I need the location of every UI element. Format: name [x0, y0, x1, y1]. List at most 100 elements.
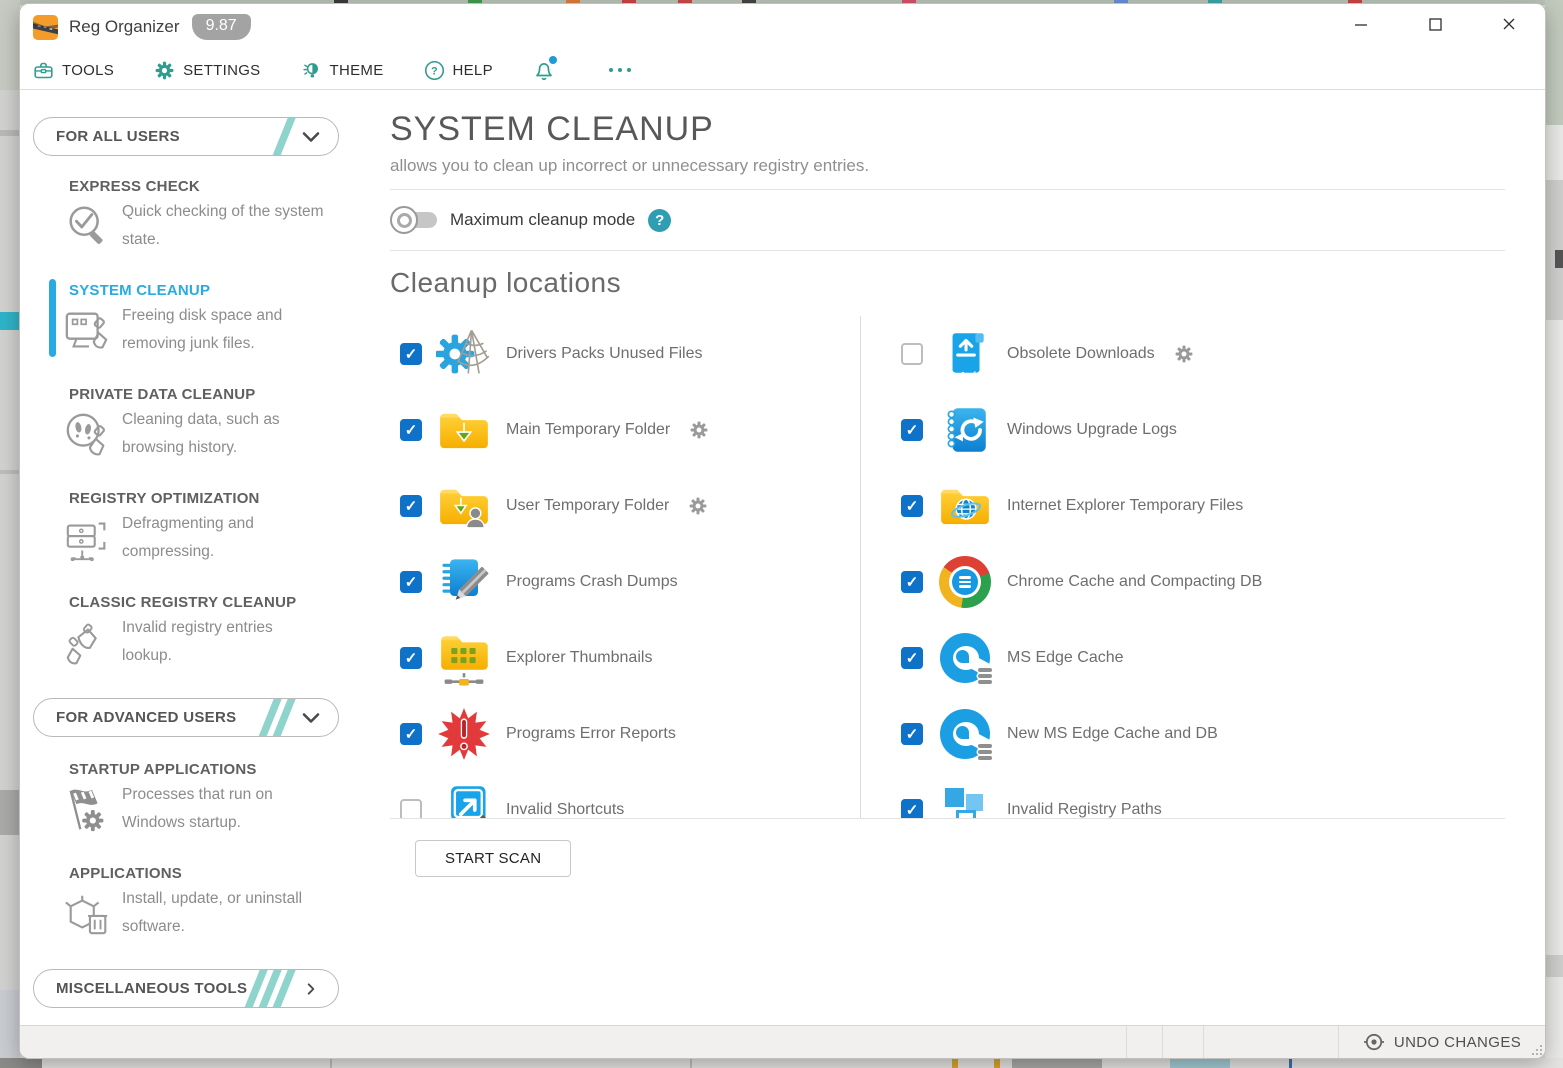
sidebar-item-desc: Quick checking of the system state.	[122, 198, 324, 256]
sidebar-item-title: EXPRESS CHECK	[69, 178, 382, 195]
magnifier-check-icon	[62, 198, 114, 256]
background-window-right	[1545, 0, 1563, 1068]
checkbox[interactable]	[400, 495, 422, 517]
checkbox[interactable]	[400, 343, 422, 365]
window-controls	[1353, 16, 1517, 32]
error-star-icon	[435, 705, 493, 763]
tools-menu[interactable]: TOOLS	[33, 60, 114, 81]
sidebar-item-express-check[interactable]: EXPRESS CHECK Quick checking of the syst…	[56, 178, 382, 256]
notifications-button[interactable]	[533, 59, 555, 81]
cleanup-label: Explorer Thumbnails	[506, 649, 652, 667]
sidebar-item-desc: Freeing disk space and removing junk fil…	[122, 302, 324, 360]
restore-point-icon	[1363, 1031, 1385, 1053]
settings-menu[interactable]: SETTINGS	[154, 60, 260, 81]
undo-changes-label: UNDO CHANGES	[1394, 1034, 1521, 1051]
group-label: FOR ALL USERS	[56, 128, 280, 145]
app-title: Reg Organizer	[69, 17, 180, 37]
sidebar-item-title: CLASSIC REGISTRY CLEANUP	[69, 594, 382, 611]
sidebar-item-startup-applications[interactable]: STARTUP APPLICATIONS Processes that run …	[56, 761, 382, 839]
flag-gear-icon	[62, 781, 114, 839]
chevron-down-icon	[302, 712, 320, 724]
sidebar-item-classic-registry-cleanup[interactable]: CLASSIC REGISTRY CLEANUP Invalid registr…	[56, 594, 382, 672]
cleanup-label: Invalid Shortcuts	[506, 801, 624, 819]
cleanup-row-main-temp-folder: Main Temporary Folder	[390, 392, 860, 468]
close-button[interactable]	[1501, 16, 1517, 32]
undo-changes-button[interactable]: UNDO CHANGES	[1338, 1026, 1545, 1058]
page-subtitle: allows you to clean up incorrect or unne…	[390, 156, 1505, 176]
lightbulb-icon	[301, 60, 322, 81]
checkbox[interactable]	[400, 799, 422, 819]
cleanup-label: Windows Upgrade Logs	[1007, 421, 1177, 439]
cleanup-row-invalid-registry-paths: Invalid Registry Paths	[891, 772, 1505, 819]
sidebar-item-desc: Processes that run on Windows startup.	[122, 781, 324, 839]
chevron-down-icon	[302, 131, 320, 143]
minimize-button[interactable]	[1353, 16, 1369, 32]
background-window-bottom	[0, 1058, 1563, 1068]
checkbox[interactable]	[901, 419, 923, 441]
settings-gear-icon[interactable]	[689, 420, 709, 440]
maximize-icon	[1429, 18, 1442, 31]
question-icon: ?	[424, 60, 445, 81]
cleanup-row-explorer-thumbnails: Explorer Thumbnails	[390, 620, 860, 696]
folder-user-icon	[435, 477, 493, 535]
checkbox[interactable]	[901, 799, 923, 819]
sidebar-item-registry-optimization[interactable]: REGISTRY OPTIMIZATION Defragmenting and …	[56, 490, 382, 568]
main-content: SYSTEM CLEANUP allows you to clean up in…	[390, 90, 1505, 1026]
more-menu[interactable]	[595, 68, 631, 72]
checkbox[interactable]	[400, 571, 422, 593]
checkbox[interactable]	[400, 723, 422, 745]
checkbox[interactable]	[901, 723, 923, 745]
group-miscellaneous-tools[interactable]: MISCELLANEOUS TOOLS	[33, 969, 339, 1008]
cleanup-label: MS Edge Cache	[1007, 649, 1124, 667]
checkbox[interactable]	[400, 647, 422, 669]
group-for-all-users[interactable]: FOR ALL USERS	[33, 117, 339, 156]
start-scan-button[interactable]: START SCAN	[415, 840, 571, 877]
reg-organizer-window: Reg Organizer 9.87	[20, 4, 1545, 1058]
cleanup-locations-title: Cleanup locations	[390, 267, 1505, 299]
sidebar-item-desc: Cleaning data, such as browsing history.	[122, 406, 324, 464]
cleanup-row-drivers-packs: Drivers Packs Unused Files	[390, 316, 860, 392]
theme-menu[interactable]: THEME	[301, 60, 384, 81]
settings-gear-icon[interactable]	[688, 496, 708, 516]
cleanup-label: User Temporary Folder	[506, 497, 669, 515]
checkbox[interactable]	[901, 495, 923, 517]
stripe-decor	[280, 117, 288, 156]
app-logo-icon	[32, 14, 59, 41]
settings-gear-icon[interactable]	[1174, 344, 1194, 364]
checkbox[interactable]	[901, 571, 923, 593]
cleanup-row-ms-edge-cache: MS Edge Cache	[891, 620, 1505, 696]
cleanup-row-invalid-shortcuts: Invalid Shortcuts	[390, 772, 860, 819]
monitor-broom-icon	[62, 302, 114, 360]
checkbox[interactable]	[400, 419, 422, 441]
statusbar-cell	[1162, 1026, 1203, 1058]
sidebar-item-private-data-cleanup[interactable]: PRIVATE DATA CLEANUP Cleaning data, such…	[56, 386, 382, 464]
folder-globe-icon	[936, 477, 994, 535]
maximum-cleanup-row: Maximum cleanup mode ?	[390, 190, 1505, 250]
resize-grip[interactable]	[1532, 1045, 1542, 1055]
background-window-left	[0, 0, 20, 1068]
group-for-advanced-users[interactable]: FOR ADVANCED USERS	[33, 698, 339, 737]
cleanup-row-user-temp-folder: User Temporary Folder	[390, 468, 860, 544]
folder-thumbnails-icon	[435, 629, 493, 687]
page-title: SYSTEM CLEANUP	[390, 110, 1505, 149]
notebook-sync-icon	[936, 401, 994, 459]
sidebar-item-title: SYSTEM CLEANUP	[69, 282, 382, 299]
help-menu[interactable]: ? HELP	[424, 60, 493, 81]
maximum-cleanup-toggle[interactable]	[390, 209, 437, 231]
theme-label: THEME	[330, 62, 384, 79]
sidebar-item-applications[interactable]: APPLICATIONS Install, update, or uninsta…	[56, 865, 382, 943]
help-badge-icon[interactable]: ?	[648, 209, 671, 232]
maximize-button[interactable]	[1427, 16, 1443, 32]
checkbox[interactable]	[901, 647, 923, 669]
sidebar-item-desc: Install, update, or uninstall software.	[122, 885, 324, 943]
ellipsis-icon	[609, 68, 631, 72]
checkbox[interactable]	[901, 343, 923, 365]
toggle-knob	[390, 206, 418, 234]
sidebar-item-title: STARTUP APPLICATIONS	[69, 761, 382, 778]
cleanup-row-chrome-cache: Chrome Cache and Compacting DB	[891, 544, 1505, 620]
sidebar-item-system-cleanup[interactable]: SYSTEM CLEANUP Freeing disk space and re…	[56, 282, 382, 360]
divider	[390, 250, 1505, 251]
cleanup-label: New MS Edge Cache and DB	[1007, 725, 1218, 743]
cleanup-row-ie-temp-files: Internet Explorer Temporary Files	[891, 468, 1505, 544]
cleanup-locations-list: Drivers Packs Unused Files Main Temporar…	[390, 316, 1505, 819]
